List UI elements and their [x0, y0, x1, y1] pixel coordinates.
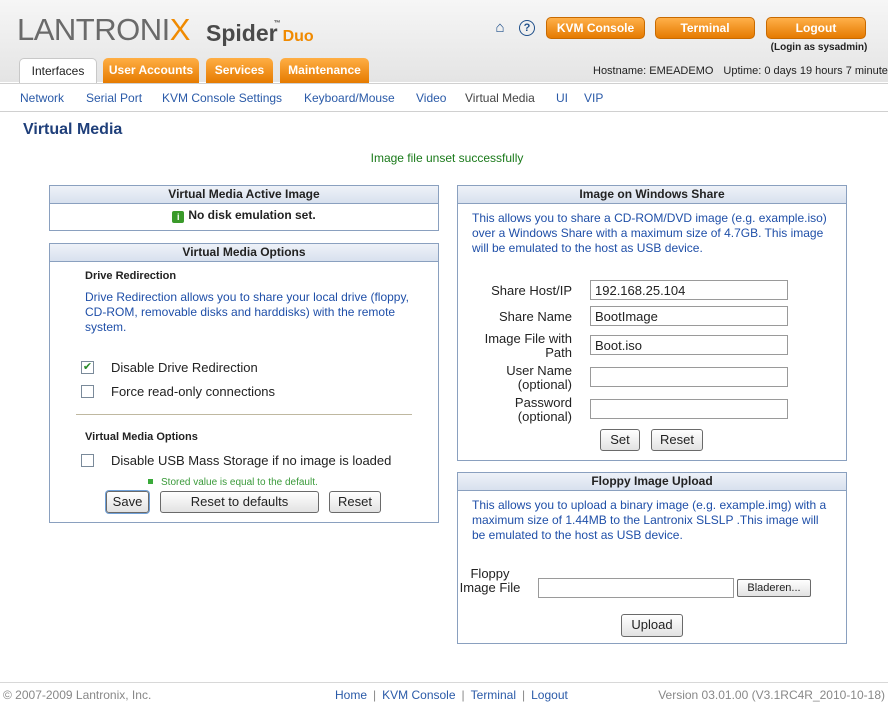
panel-heading: Floppy Image Upload [458, 473, 846, 491]
password-label: Password (optional) [514, 395, 572, 424]
terminal-button[interactable]: Terminal [655, 17, 755, 39]
reset-button[interactable]: Reset [329, 491, 381, 513]
floppy-desc: This allows you to upload a binary image… [472, 498, 827, 542]
panel-heading: Virtual Media Active Image [50, 186, 438, 204]
page-title: Virtual Media [23, 121, 123, 138]
footer-link-logout[interactable]: Logout [531, 688, 568, 702]
share-host-label: Share Host/IP [491, 283, 572, 298]
vm-options-section-title: Virtual Media Options [85, 431, 198, 443]
copyright-text: © 2007-2009 Lantronix, Inc. [3, 688, 152, 702]
logout-button[interactable]: Logout [766, 17, 866, 39]
hostname-text: Hostname: EMEADEMO [593, 65, 714, 77]
vm-options-panel: Virtual Media Options Drive Redirection … [49, 243, 439, 523]
tab-user-accounts[interactable]: User Accounts [103, 58, 199, 83]
panel-heading: Image on Windows Share [458, 186, 846, 204]
footer-link-terminal[interactable]: Terminal [471, 688, 516, 702]
subnav-network[interactable]: Network [20, 91, 64, 105]
floppy-file-input[interactable] [538, 578, 734, 598]
subnav-video[interactable]: Video [416, 91, 446, 105]
tab-maintenance[interactable]: Maintenance [280, 58, 369, 83]
subnav-virtual-media[interactable]: Virtual Media [465, 91, 535, 105]
share-name-input[interactable] [590, 306, 788, 326]
browse-button[interactable]: Bladeren... [737, 579, 811, 597]
image-file-input[interactable] [590, 335, 788, 355]
home-icon[interactable]: ⌂ [491, 19, 509, 37]
uptime-text: Uptime: 0 days 19 hours 7 minutes [723, 65, 888, 77]
windows-share-desc: This allows you to share a CD-ROM/DVD im… [472, 211, 827, 255]
subnav-serial-port[interactable]: Serial Port [86, 91, 142, 105]
active-image-text: No disk emulation set. [188, 208, 316, 222]
lantronix-logo: LANTRONIX [17, 12, 190, 47]
login-as-text: (Login as sysadmin) [770, 42, 868, 53]
force-readonly-checkbox[interactable] [81, 385, 94, 398]
set-button[interactable]: Set [600, 429, 640, 451]
disable-usb-storage-label: Disable USB Mass Storage if no image is … [111, 453, 392, 468]
footer: © 2007-2009 Lantronix, Inc. Home | KVM Con… [0, 682, 888, 702]
status-message: Image file unset successfully [370, 151, 524, 165]
user-name-label: User Name (optional) [506, 363, 572, 392]
floppy-upload-panel: Floppy Image Upload This allows you to u… [457, 472, 847, 644]
password-input[interactable] [590, 399, 788, 419]
footer-links: Home | KVM Console | Terminal | Logout [335, 688, 568, 702]
subnav-vip[interactable]: VIP [584, 91, 603, 105]
floppy-file-label: Floppy Image File [459, 566, 521, 595]
drive-redirection-title: Drive Redirection [85, 270, 177, 282]
share-host-input[interactable] [590, 280, 788, 300]
host-info: Hostname: EMEADEMO Uptime: 0 days 19 hour… [593, 65, 888, 77]
disable-drive-redirection-checkbox[interactable]: ✔ [81, 361, 94, 374]
help-icon[interactable]: ? [519, 20, 535, 36]
upload-button[interactable]: Upload [621, 614, 683, 637]
kvm-console-button[interactable]: KVM Console [546, 17, 645, 39]
active-image-status: i No disk emulation set. [50, 208, 438, 223]
status-dot-icon [148, 479, 153, 484]
subnav-keyboard-mouse[interactable]: Keyboard/Mouse [304, 91, 395, 105]
active-image-panel: Virtual Media Active Image i No disk emul… [49, 185, 439, 231]
subnav: Network Serial Port KVM Console Settings… [0, 83, 888, 112]
windows-share-panel: Image on Windows Share This allows you t… [457, 185, 847, 461]
tab-services[interactable]: Services [206, 58, 273, 83]
share-name-label: Share Name [499, 309, 572, 324]
tab-interfaces[interactable]: Interfaces [19, 58, 97, 84]
subnav-ui[interactable]: UI [556, 91, 568, 105]
disable-drive-redirection-label: Disable Drive Redirection [111, 360, 258, 375]
version-text: Version 03.01.00 (V3.1RC4R_2010-10-18) [658, 688, 885, 702]
stored-note-text: Stored value is equal to the default. [161, 477, 318, 488]
panel-heading: Virtual Media Options [50, 244, 438, 262]
reset-to-defaults-button[interactable]: Reset to defaults [160, 491, 319, 513]
force-readonly-label: Force read-only connections [111, 384, 276, 399]
user-name-input[interactable] [590, 367, 788, 387]
save-button[interactable]: Save [106, 491, 149, 513]
disable-usb-storage-checkbox[interactable] [81, 454, 94, 467]
reset-share-button[interactable]: Reset [651, 429, 703, 451]
footer-link-home[interactable]: Home [335, 688, 367, 702]
drive-redirection-desc: Drive Redirection allows you to share yo… [85, 290, 409, 334]
divider [76, 414, 412, 415]
footer-link-kvm-console[interactable]: KVM Console [382, 688, 455, 702]
spider-duo-logo: Spider™Duo [206, 20, 314, 46]
subnav-kvm-console-settings[interactable]: KVM Console Settings [162, 91, 282, 105]
info-icon: i [172, 211, 185, 223]
header: LANTRONIX Spider™Duo ⌂ ? KVM Console Ter… [0, 0, 888, 84]
image-file-label: Image File with Path [484, 331, 572, 360]
stored-value-note: Stored value is equal to the default. [148, 477, 318, 488]
